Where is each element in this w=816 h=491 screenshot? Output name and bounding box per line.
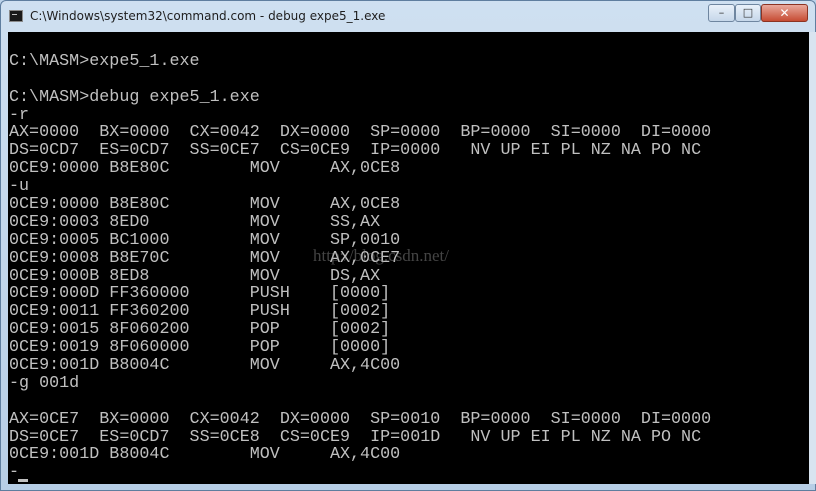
vertical-scrollbar[interactable] (809, 32, 816, 484)
console-line: 0CE9:000B 8ED8 MOV DS,AX (9, 265, 381, 285)
maximize-button[interactable]: □ (735, 4, 761, 22)
console-line: 0CE9:0015 8F060200 POP [0002] (9, 319, 391, 339)
command-prompt-icon[interactable] (9, 10, 23, 22)
text-cursor (18, 479, 28, 482)
console-line: 0CE9:0000 B8E80C MOV AX,0CE8 (9, 194, 401, 214)
console-prompt: - (9, 462, 20, 482)
console-line: C:\MASM>debug expe5_1.exe (9, 86, 260, 106)
window-title: C:\Windows\system32\command.com - debug … (30, 9, 386, 23)
console-line: DS=0CE7 ES=0CD7 SS=0CE8 CS=0CE9 IP=001D … (9, 426, 702, 446)
console-line: 0CE9:0003 8ED0 MOV SS,AX (9, 211, 381, 231)
console-line: 0CE9:0011 FF360200 PUSH [0002] (9, 301, 391, 321)
maximize-icon: □ (742, 6, 754, 19)
console-window: C:\Windows\system32\command.com - debug … (0, 0, 816, 491)
close-icon: ✕ (779, 6, 790, 20)
minimize-icon: – (718, 6, 725, 19)
console-line: -u (9, 176, 30, 196)
console-line: 0CE9:0019 8F060000 POP [0000] (9, 337, 391, 357)
close-button[interactable]: ✕ (761, 4, 808, 22)
console-line: AX=0000 BX=0000 CX=0042 DX=0000 SP=0000 … (9, 122, 712, 142)
console-line: C:\MASM>expe5_1.exe (9, 50, 200, 70)
minimize-button[interactable]: – (708, 4, 735, 22)
title-bar[interactable]: C:\Windows\system32\command.com - debug … (1, 1, 815, 32)
console-line: 0CE9:001D B8004C MOV AX,4C00 (9, 355, 401, 375)
window-bottom-border (1, 484, 815, 490)
watermark: http://blog.csdn.net/ (313, 246, 449, 265)
console-line: 0CE9:001D B8004C MOV AX,4C00 (9, 444, 401, 464)
console-line: DS=0CD7 ES=0CD7 SS=0CE7 CS=0CE9 IP=0000 … (9, 140, 702, 160)
console-line: 0CE9:000D FF360000 PUSH [0000] (9, 283, 391, 303)
console-line: -r (9, 104, 30, 124)
console-line: 0CE9:0000 B8E80C MOV AX,0CE8 (9, 158, 401, 178)
console-line: -g 001d (9, 372, 80, 392)
console-output[interactable]: C:\MASM>expe5_1.exe C:\MASM>debug expe5_1… (8, 32, 809, 484)
console-line: AX=0CE7 BX=0000 CX=0042 DX=0000 SP=0010 … (9, 408, 712, 428)
